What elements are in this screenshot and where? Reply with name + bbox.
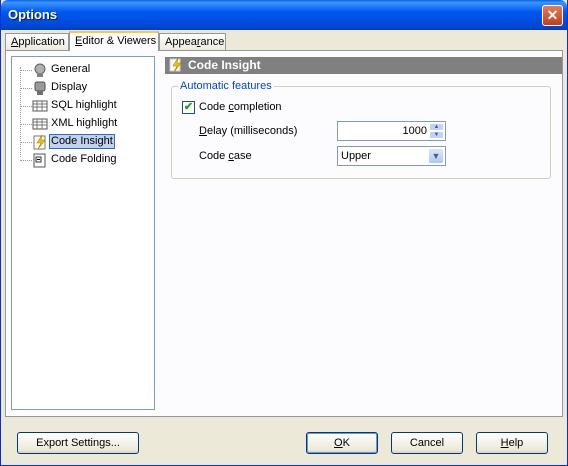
spin-down-icon[interactable]: ▼ bbox=[429, 131, 444, 139]
xml-highlight-icon bbox=[32, 116, 48, 132]
delay-label: Delay (milliseconds) bbox=[199, 125, 297, 137]
tree-item-label: XML highlight bbox=[51, 117, 118, 129]
tab-appearance-label: ance bbox=[200, 36, 225, 48]
help-accel: H bbox=[500, 437, 509, 449]
code-insight-icon bbox=[169, 58, 183, 72]
delay-value: 1000 bbox=[402, 125, 427, 137]
code-case-select[interactable]: Upper ▼ bbox=[337, 146, 446, 166]
export-settings-label: Export Settings... bbox=[36, 437, 120, 449]
tree-item-label: SQL highlight bbox=[51, 99, 117, 111]
tab-editor-viewers[interactable]: Editor & Viewers bbox=[69, 31, 159, 51]
options-dialog: Options ✕ Application Editor & Viewers A… bbox=[0, 0, 568, 466]
section-title: Code Insight bbox=[188, 58, 261, 72]
tab-panel: General Display SQL highlight XML highli… bbox=[5, 50, 563, 417]
sql-highlight-icon bbox=[32, 98, 48, 114]
code-case-label: Code case bbox=[199, 150, 252, 162]
tree-item-label: Display bbox=[51, 81, 88, 93]
code-completion-checkbox[interactable]: ✔ bbox=[182, 101, 195, 114]
group-title: Automatic features bbox=[178, 80, 274, 92]
tree-item-general[interactable]: General bbox=[16, 61, 154, 79]
tree-connector bbox=[20, 142, 32, 143]
tree-connector bbox=[20, 106, 32, 107]
close-button[interactable]: ✕ bbox=[542, 5, 563, 26]
tree-connector bbox=[20, 70, 32, 71]
tab-application-label: pplication bbox=[18, 36, 65, 48]
code-folding-icon bbox=[32, 152, 48, 168]
tree-item-code-folding[interactable]: Code Folding bbox=[16, 151, 154, 169]
close-icon: ✕ bbox=[546, 7, 559, 23]
help-button[interactable]: Help bbox=[476, 432, 548, 454]
section-header: Code Insight bbox=[165, 57, 562, 74]
tree-item-code-insight[interactable]: Code Insight bbox=[16, 133, 154, 151]
cancel-label: Cancel bbox=[409, 437, 445, 449]
tree-item-label: Code Insight bbox=[49, 134, 115, 149]
code-insight-icon bbox=[32, 134, 48, 150]
display-icon bbox=[32, 80, 48, 96]
delay-accel: D bbox=[199, 125, 207, 137]
options-tree[interactable]: General Display SQL highlight XML highli… bbox=[11, 56, 155, 410]
window-title: Options bbox=[8, 7, 58, 22]
tree-connector bbox=[20, 160, 32, 161]
tree-item-xml-highlight[interactable]: XML highlight bbox=[16, 115, 154, 133]
tree-item-sql-highlight[interactable]: SQL highlight bbox=[16, 97, 154, 115]
tree-item-label: Code Folding bbox=[51, 153, 117, 165]
ok-label: K bbox=[342, 437, 350, 449]
export-settings-button[interactable]: Export Settings... bbox=[17, 432, 139, 454]
code-completion-label-pre: Code bbox=[199, 101, 229, 113]
tab-application[interactable]: Application bbox=[5, 33, 69, 51]
general-icon bbox=[32, 62, 48, 78]
delay-label-rest: elay (milliseconds) bbox=[206, 125, 298, 137]
ok-button[interactable]: OK bbox=[306, 432, 378, 454]
title-bar[interactable]: Options ✕ bbox=[1, 0, 567, 30]
tree-connector bbox=[20, 124, 32, 125]
code-completion-label[interactable]: Code completion bbox=[199, 101, 282, 113]
tab-appearance-label-pre: Appea bbox=[165, 36, 197, 48]
cancel-button[interactable]: Cancel bbox=[391, 432, 463, 454]
tree-item-display[interactable]: Display bbox=[16, 79, 154, 97]
code-case-label-rest: ase bbox=[233, 150, 252, 162]
ok-accel: O bbox=[334, 437, 343, 449]
code-case-label-pre: Code bbox=[199, 150, 229, 162]
chevron-down-icon[interactable]: ▼ bbox=[428, 148, 444, 164]
tree-item-label: General bbox=[51, 63, 91, 75]
tab-appearance[interactable]: Appearance bbox=[159, 33, 226, 51]
help-label: elp bbox=[508, 437, 524, 449]
code-case-value: Upper bbox=[341, 150, 371, 162]
delay-spinbox[interactable]: 1000 ▲ ▼ bbox=[337, 121, 446, 141]
code-completion-label-rest: ompletion bbox=[233, 101, 282, 113]
spin-up-icon[interactable]: ▲ bbox=[429, 123, 444, 131]
spin-buttons: ▲ ▼ bbox=[429, 123, 444, 139]
tree-connector bbox=[20, 88, 32, 89]
tab-editor-viewers-label: ditor & Viewers bbox=[82, 35, 157, 47]
